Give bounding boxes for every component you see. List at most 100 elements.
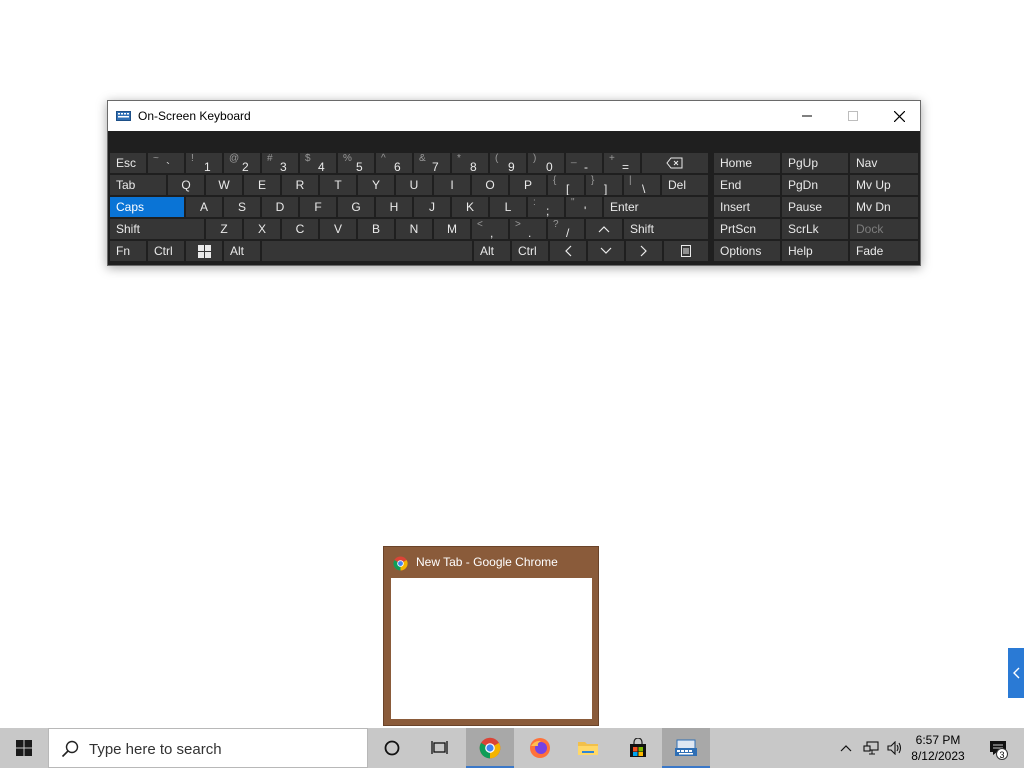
- maximize-button[interactable]: [830, 101, 876, 131]
- key-windows[interactable]: [186, 241, 222, 261]
- start-button[interactable]: [0, 728, 48, 768]
- key-h[interactable]: H: [376, 197, 412, 217]
- key-space[interactable]: [262, 241, 472, 261]
- key-alt-right[interactable]: Alt: [474, 241, 510, 261]
- key-b[interactable]: B: [358, 219, 394, 239]
- key-z[interactable]: Z: [206, 219, 242, 239]
- key-s[interactable]: S: [224, 197, 260, 217]
- key-c[interactable]: C: [282, 219, 318, 239]
- dock-button[interactable]: Dock: [850, 219, 918, 239]
- key-backslash[interactable]: | \: [624, 175, 660, 195]
- key-e[interactable]: E: [244, 175, 280, 195]
- key-enter[interactable]: Enter: [604, 197, 708, 217]
- key-del[interactable]: Del: [662, 175, 708, 195]
- nav-button[interactable]: Nav: [850, 153, 918, 173]
- key-open-bracket[interactable]: {[: [548, 175, 584, 195]
- key-6[interactable]: ^ 6: [376, 153, 412, 173]
- minimize-button[interactable]: [784, 101, 830, 131]
- key-a[interactable]: A: [186, 197, 222, 217]
- key-r[interactable]: R: [282, 175, 318, 195]
- key-down-arrow[interactable]: [588, 241, 624, 261]
- key-q[interactable]: Q: [168, 175, 204, 195]
- key-j[interactable]: J: [414, 197, 450, 217]
- key-i[interactable]: I: [434, 175, 470, 195]
- taskbar-on-screen-keyboard[interactable]: [662, 728, 710, 768]
- show-hidden-icons-button[interactable]: [836, 728, 856, 768]
- key-2[interactable]: @2: [224, 153, 260, 173]
- key-backspace[interactable]: [642, 153, 708, 173]
- key-menu[interactable]: [664, 241, 708, 261]
- key-slash[interactable]: ? /: [548, 219, 584, 239]
- key-shift-left[interactable]: Shift: [110, 219, 204, 239]
- key-quote[interactable]: " ': [566, 197, 602, 217]
- key-pgdn[interactable]: PgDn: [782, 175, 848, 195]
- key-l[interactable]: L: [490, 197, 526, 217]
- key-pause[interactable]: Pause: [782, 197, 848, 217]
- key-ctrl-left[interactable]: Ctrl: [148, 241, 184, 261]
- key-insert[interactable]: Insert: [714, 197, 780, 217]
- key-o[interactable]: O: [472, 175, 508, 195]
- cortana-button[interactable]: [368, 728, 416, 768]
- fade-button[interactable]: Fade: [850, 241, 918, 261]
- key-fn[interactable]: Fn: [110, 241, 146, 261]
- key-alt-left[interactable]: Alt: [224, 241, 260, 261]
- taskbar-microsoft-store[interactable]: [614, 728, 662, 768]
- close-button[interactable]: [876, 101, 922, 131]
- key-semicolon[interactable]: :;: [528, 197, 564, 217]
- taskbar-file-explorer[interactable]: [564, 728, 612, 768]
- key-4[interactable]: $4: [300, 153, 336, 173]
- move-up-button[interactable]: Mv Up: [850, 175, 918, 195]
- key-k[interactable]: K: [452, 197, 488, 217]
- key-backtick[interactable]: ~ `: [148, 153, 184, 173]
- help-button[interactable]: Help: [782, 241, 848, 261]
- key-0[interactable]: ) 0: [528, 153, 564, 173]
- key-comma[interactable]: <,: [472, 219, 508, 239]
- key-f[interactable]: F: [300, 197, 336, 217]
- key-x[interactable]: X: [244, 219, 280, 239]
- key-minus[interactable]: _ -: [566, 153, 602, 173]
- key-ctrl-right[interactable]: Ctrl: [512, 241, 548, 261]
- network-button[interactable]: [860, 728, 882, 768]
- key-5[interactable]: % 5: [338, 153, 374, 173]
- task-view-button[interactable]: [416, 728, 464, 768]
- key-v[interactable]: V: [320, 219, 356, 239]
- move-down-button[interactable]: Mv Dn: [850, 197, 918, 217]
- key-prtscn[interactable]: PrtScn: [714, 219, 780, 239]
- chrome-thumbnail-preview[interactable]: New Tab - Google Chrome: [383, 546, 599, 726]
- key-m[interactable]: M: [434, 219, 470, 239]
- key-9[interactable]: (9: [490, 153, 526, 173]
- key-caps[interactable]: Caps: [110, 197, 184, 217]
- key-8[interactable]: * 8: [452, 153, 488, 173]
- key-d[interactable]: D: [262, 197, 298, 217]
- options-button[interactable]: Options: [714, 241, 780, 261]
- key-n[interactable]: N: [396, 219, 432, 239]
- key-tab[interactable]: Tab: [110, 175, 166, 195]
- key-3[interactable]: #3: [262, 153, 298, 173]
- volume-button[interactable]: [884, 728, 906, 768]
- key-p[interactable]: P: [510, 175, 546, 195]
- key-left-arrow[interactable]: [550, 241, 586, 261]
- preview-thumbnail[interactable]: [391, 578, 592, 719]
- key-y[interactable]: Y: [358, 175, 394, 195]
- key-t[interactable]: T: [320, 175, 356, 195]
- key-u[interactable]: U: [396, 175, 432, 195]
- key-pgup[interactable]: PgUp: [782, 153, 848, 173]
- key-end[interactable]: End: [714, 175, 780, 195]
- key-equals[interactable]: + =: [604, 153, 640, 173]
- key-g[interactable]: G: [338, 197, 374, 217]
- key-esc[interactable]: Esc: [110, 153, 146, 173]
- key-scrlk[interactable]: ScrLk: [782, 219, 848, 239]
- clock[interactable]: 6:57 PM 8/12/2023: [904, 732, 972, 764]
- key-period[interactable]: >.: [510, 219, 546, 239]
- key-close-bracket[interactable]: }]: [586, 175, 622, 195]
- key-7[interactable]: & 7: [414, 153, 450, 173]
- key-up-arrow[interactable]: [586, 219, 622, 239]
- key-shift-right[interactable]: Shift: [624, 219, 708, 239]
- taskbar-search-box[interactable]: Type here to search: [48, 728, 368, 768]
- key-right-arrow[interactable]: [626, 241, 662, 261]
- key-home[interactable]: Home: [714, 153, 780, 173]
- key-1[interactable]: ! 1: [186, 153, 222, 173]
- edge-panel-tab[interactable]: [1008, 648, 1024, 698]
- title-bar[interactable]: On-Screen Keyboard: [108, 101, 920, 131]
- key-w[interactable]: W: [206, 175, 242, 195]
